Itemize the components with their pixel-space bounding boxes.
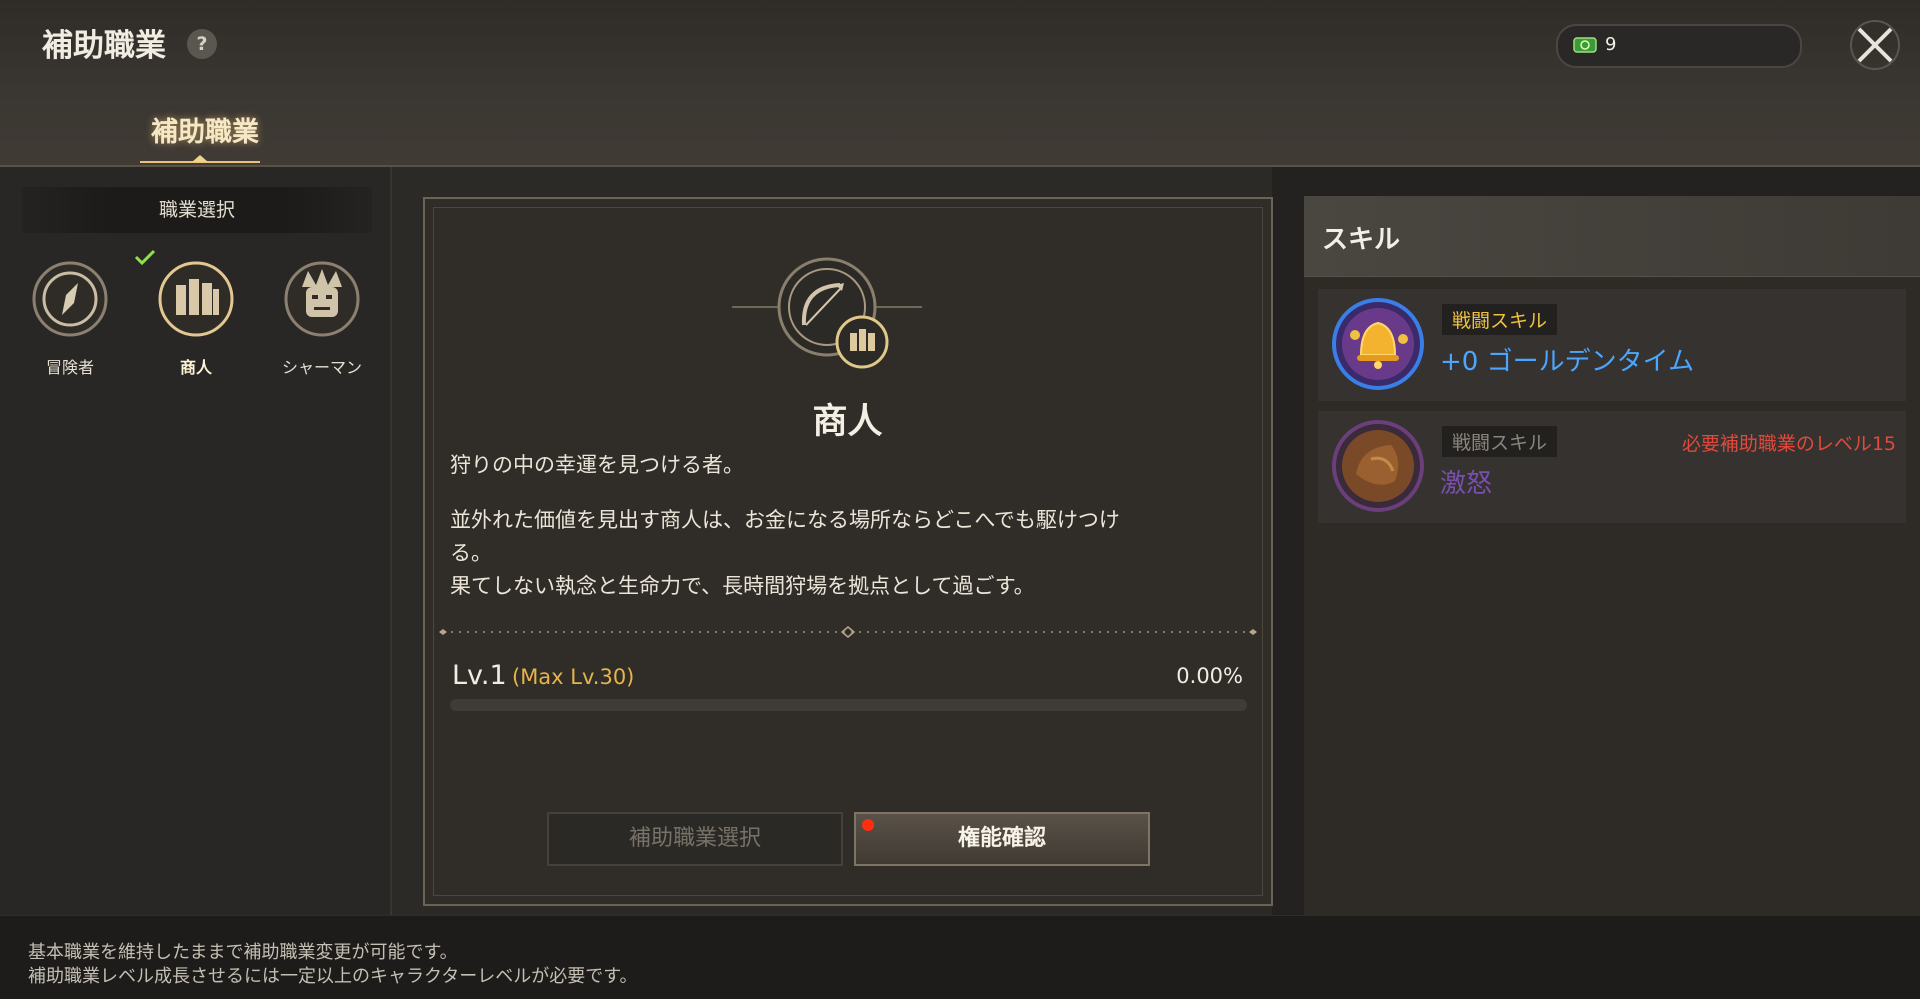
ticket-icon	[1573, 37, 1597, 53]
job-description-line: 並外れた価値を見出す商人は、お金になる場所ならどこへでも駆けつけ	[450, 508, 1120, 532]
progress-percent: 0.00%	[1176, 664, 1243, 688]
golden-bell-icon	[1332, 298, 1424, 390]
confirm-ability-button[interactable]: 権能確認	[854, 812, 1150, 866]
skill-tag: 戦闘スキル	[1442, 426, 1558, 457]
job-tagline: 狩りの中の幸運を見つける者。	[450, 453, 744, 477]
mask-icon	[284, 261, 360, 337]
job-description-line: 果てしない執念と生命力で、長時間狩場を拠点として過ごす。	[450, 574, 1035, 598]
currency-value: 9	[1605, 34, 1617, 55]
page-title: 補助職業	[42, 28, 166, 64]
max-level-text: (Max Lv.30)	[512, 665, 635, 689]
skill-header-title: スキル	[1322, 225, 1401, 255]
compass-icon	[32, 261, 108, 337]
footer-note: 補助職業レベル成長させるには一定以上のキャラクターレベルが必要です。	[28, 966, 638, 987]
tab-indicator	[140, 155, 260, 163]
help-button[interactable]: ?	[187, 29, 217, 59]
skill-name: 激怒	[1440, 469, 1493, 499]
job-merchant[interactable]: 商人	[138, 259, 248, 379]
footer-note: 基本職業を維持したままで補助職業変更が可能です。	[28, 942, 458, 963]
job-description-line: る。	[450, 541, 492, 565]
level-progress-bar	[450, 699, 1247, 711]
bow-emblem-icon	[732, 257, 922, 369]
tab-sub-job[interactable]: 補助職業	[130, 110, 280, 149]
notification-dot	[862, 819, 874, 831]
skill-item[interactable]: 戦闘スキル 激怒 必要補助職業のレベル15	[1318, 411, 1906, 523]
skill-header: スキル	[1304, 196, 1920, 277]
skill-item[interactable]: 戦闘スキル +0 ゴールデンタイム	[1318, 289, 1906, 401]
job-adventurer[interactable]: 冒険者	[12, 259, 122, 379]
coins-icon	[158, 261, 234, 337]
level-text: Lv.1	[452, 660, 507, 691]
job-label: 冒険者	[45, 358, 94, 377]
job-label: シャーマン	[281, 358, 362, 377]
job-select-header: 職業選択	[22, 187, 372, 233]
divider	[439, 626, 1257, 638]
top-bar: 補助職業 ? 9 補助職業	[0, 0, 1920, 167]
check-icon	[134, 249, 156, 265]
rage-icon	[1332, 420, 1424, 512]
skill-tag: 戦闘スキル	[1442, 304, 1558, 335]
footer-notes: 基本職業を維持したままで補助職業変更が可能です。 補助職業レベル成長させるには一…	[0, 915, 1920, 999]
select-sub-job-button[interactable]: 補助職業選択	[547, 812, 843, 866]
currency-display: 9	[1556, 24, 1802, 68]
skill-name: +0 ゴールデンタイム	[1440, 347, 1695, 377]
close-icon[interactable]	[1846, 16, 1904, 74]
job-shaman[interactable]: シャーマン	[264, 259, 374, 379]
skill-requirement: 必要補助職業のレベル15	[1681, 433, 1896, 455]
job-select-panel: 職業選択 冒険者 商人 シャーマン	[0, 167, 392, 915]
job-name: 商人	[812, 402, 883, 442]
job-label: 商人	[179, 358, 212, 377]
